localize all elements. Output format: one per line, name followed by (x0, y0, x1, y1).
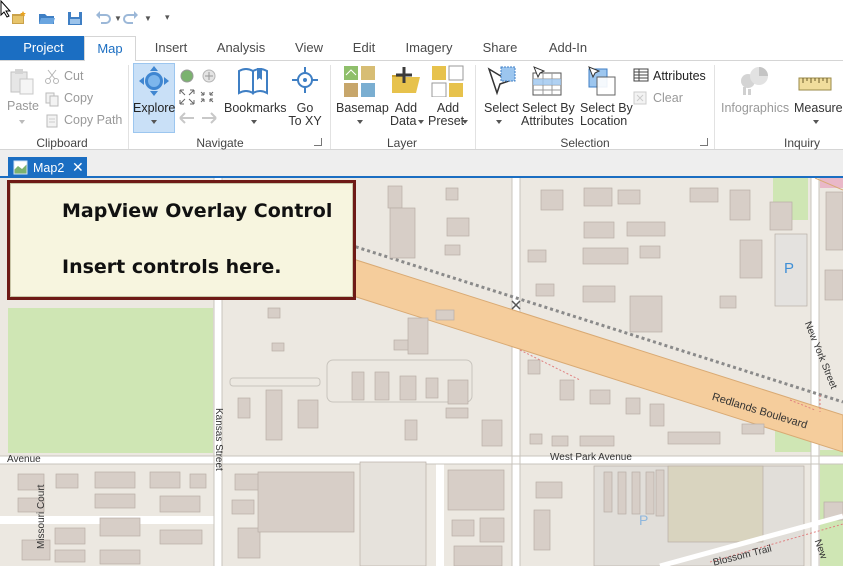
go-to-xy-icon[interactable] (290, 65, 320, 97)
add-data-dropdown-icon[interactable] (418, 120, 424, 124)
attributes-label[interactable]: Attributes (653, 70, 706, 83)
add-data-icon[interactable] (390, 65, 422, 97)
copy-path-icon[interactable] (44, 113, 60, 129)
map2-tab-label: Map2 (33, 161, 65, 175)
mapview-overlay-control[interactable]: MapView Overlay Control Insert controls … (7, 180, 356, 300)
select-by-location-icon[interactable] (585, 65, 619, 97)
new-project-icon[interactable] (10, 9, 28, 27)
group-divider (128, 65, 129, 149)
cut-label[interactable]: Cut (64, 70, 83, 83)
tab-edit[interactable]: Edit (346, 36, 382, 60)
basemap-icon[interactable] (343, 65, 377, 97)
clear-selection-icon[interactable] (633, 91, 649, 105)
select-dropdown-icon[interactable] (496, 120, 502, 124)
clear-label[interactable]: Clear (653, 92, 683, 105)
copy-icon[interactable] (44, 91, 60, 107)
redo-dropdown-icon[interactable]: ▼ (144, 14, 152, 23)
close-tab-icon[interactable]: ✕ (72, 159, 84, 176)
infographics-icon[interactable] (737, 65, 771, 97)
customize-qat-icon[interactable]: ▾ (165, 12, 170, 23)
ribbon-tab-bar: Project Map Insert Analysis View Edit Im… (0, 36, 843, 61)
undo-icon[interactable] (94, 9, 112, 27)
navigate-dialog-launcher-icon[interactable] (314, 138, 322, 146)
layer-group-label: Layer (386, 136, 418, 150)
tab-project[interactable]: Project (0, 36, 87, 60)
tab-map2[interactable]: Map2 ✕ (8, 157, 87, 178)
map-view-icon (13, 160, 28, 175)
tab-view[interactable]: View (290, 36, 328, 60)
overlay-subtitle: Insert controls here. (62, 256, 282, 278)
basemap-dropdown-icon[interactable] (357, 120, 363, 124)
infographics-label[interactable]: Infographics (721, 102, 789, 115)
map-label-missouri-court: Missouri Court (36, 484, 47, 549)
add-preset-label-line2[interactable]: Preset (428, 115, 464, 128)
parking-label: P (784, 260, 795, 277)
measure-icon[interactable] (798, 73, 832, 93)
park-area (8, 308, 213, 453)
selection-dialog-launcher-icon[interactable] (700, 138, 708, 146)
select-label[interactable]: Select (484, 102, 519, 115)
cut-icon[interactable] (44, 69, 60, 85)
ribbon: Paste Cut Copy Copy Path Clipboard Explo… (0, 60, 843, 150)
bookmarks-label[interactable]: Bookmarks (224, 102, 287, 115)
paste-label[interactable]: Paste (7, 100, 39, 113)
inquiry-group-label: Inquiry (783, 136, 821, 150)
undo-dropdown-icon[interactable]: ▼ (114, 14, 122, 23)
selection-group-label: Selection (560, 136, 610, 150)
explore-label: Explore (133, 101, 176, 115)
group-divider (330, 65, 331, 149)
parking-label: P (639, 512, 649, 528)
paste-dropdown-icon[interactable] (19, 120, 25, 124)
overlay-title: MapView Overlay Control (62, 200, 333, 222)
map-label-avenue: Avenue (7, 454, 41, 465)
measure-label[interactable]: Measure (794, 102, 843, 115)
tab-share[interactable]: Share (478, 36, 522, 60)
fixed-zoom-icon[interactable] (178, 88, 218, 106)
tab-imagery[interactable]: Imagery (400, 36, 458, 60)
copy-label[interactable]: Copy (64, 92, 93, 105)
explore-icon (139, 66, 169, 96)
group-divider (714, 65, 715, 149)
navigate-group-label: Navigate (196, 136, 244, 150)
clipboard-group-label: Clipboard (36, 136, 88, 150)
open-project-icon[interactable] (38, 9, 56, 27)
tab-map[interactable]: Map (84, 36, 136, 61)
tab-analysis[interactable]: Analysis (212, 36, 270, 60)
view-tab-bar: Map2 ✕ (0, 150, 843, 178)
add-data-label-line2[interactable]: Data (390, 115, 416, 128)
bookmarks-icon[interactable] (236, 65, 270, 97)
select-icon[interactable] (485, 65, 517, 97)
go-to-xy-label-line2[interactable]: To XY (288, 115, 322, 128)
tab-insert[interactable]: Insert (148, 36, 194, 60)
full-extent-icon[interactable] (178, 67, 218, 85)
tab-add-in[interactable]: Add-In (540, 36, 596, 60)
basemap-label[interactable]: Basemap (336, 102, 389, 115)
attributes-table-icon[interactable] (633, 68, 649, 82)
paste-icon[interactable] (7, 67, 37, 97)
copy-path-label[interactable]: Copy Path (64, 114, 122, 127)
select-by-attributes-label-line2[interactable]: Attributes (521, 115, 574, 128)
add-preset-dropdown-icon[interactable] (462, 120, 468, 124)
group-divider (475, 65, 476, 149)
select-by-location-label-line2[interactable]: Location (580, 115, 627, 128)
map-label-kansas-street: Kansas Street (213, 408, 224, 471)
select-by-attributes-icon[interactable] (530, 65, 564, 97)
save-project-icon[interactable] (66, 9, 84, 27)
explore-dropdown-icon[interactable] (151, 120, 157, 124)
bookmarks-dropdown-icon[interactable] (251, 120, 257, 124)
previous-next-extent-icon[interactable] (178, 110, 218, 126)
redo-icon[interactable] (122, 9, 140, 27)
arcgis-pro-window: ▼ ▼ ▾ Project Map Insert Analysis View E… (0, 0, 843, 566)
map-label-west-park-avenue: West Park Avenue (550, 452, 632, 463)
quick-access-toolbar: ▼ ▼ ▾ (0, 0, 843, 36)
add-preset-icon[interactable] (431, 65, 465, 97)
measure-dropdown-icon[interactable] (813, 120, 819, 124)
